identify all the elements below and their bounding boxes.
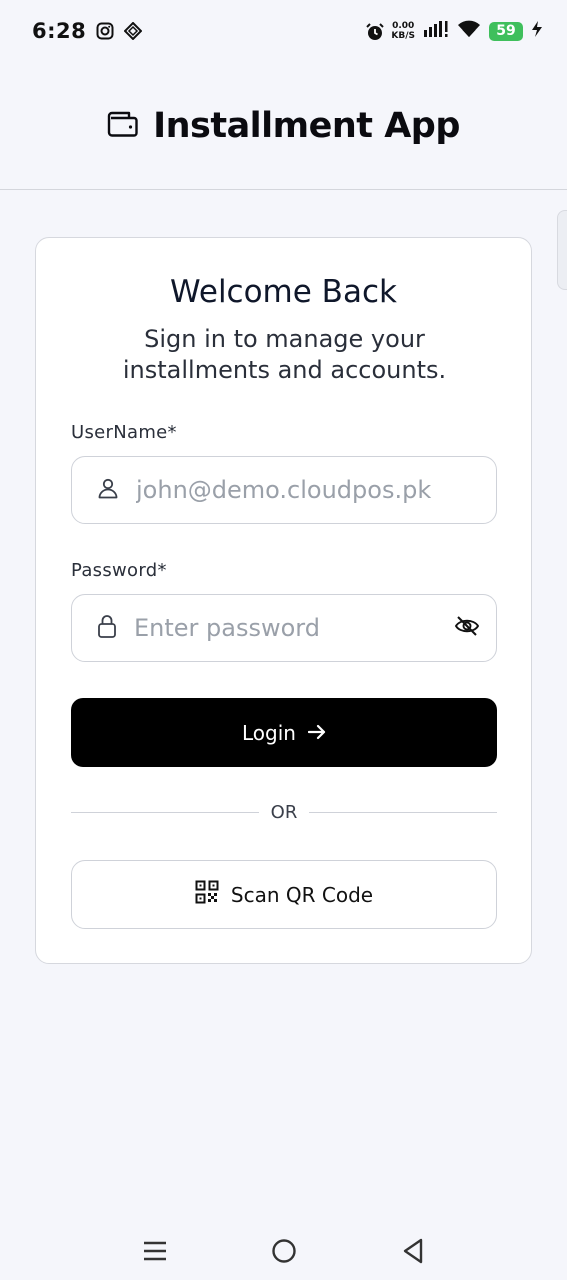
status-bar: 6:28 0.00 KB/S 59 (0, 0, 567, 62)
app-title: Installment App (153, 105, 460, 146)
card-subtitle: Sign in to manage your installments and … (122, 325, 447, 384)
battery-level: 59 (496, 23, 516, 39)
net-speed-value: 0.00 (392, 21, 415, 31)
login-card: Welcome Back Sign in to manage your inst… (35, 237, 532, 964)
app-notification-icon (123, 21, 143, 41)
instagram-icon (96, 22, 114, 40)
qr-code-icon (195, 880, 219, 909)
scan-qr-button[interactable]: Scan QR Code (71, 860, 497, 929)
divider-line-left (71, 811, 259, 813)
alarm-icon (365, 22, 385, 40)
net-speed-unit: KB/S (391, 31, 415, 41)
username-label: UserName* (71, 422, 177, 443)
app-header: Installment App (0, 62, 567, 190)
eye-off-icon[interactable] (454, 615, 480, 641)
battery-indicator: 59 (489, 21, 523, 41)
lock-icon (96, 613, 118, 643)
home-icon[interactable] (264, 1231, 304, 1271)
edge-panel-handle[interactable] (557, 210, 567, 290)
back-icon[interactable] (393, 1231, 433, 1271)
password-input[interactable] (134, 614, 454, 642)
system-nav-bar (0, 1222, 567, 1280)
recent-apps-icon[interactable] (135, 1231, 175, 1271)
login-button[interactable]: Login (71, 698, 497, 767)
card-title: Welcome Back (170, 274, 397, 310)
charging-icon (531, 20, 543, 42)
status-left: 6:28 (32, 19, 143, 43)
status-right: 0.00 KB/S 59 (365, 20, 543, 42)
password-label: Password* (71, 560, 167, 581)
login-button-label: Login (242, 720, 296, 745)
wallet-icon (107, 110, 139, 142)
network-speed: 0.00 KB/S (391, 21, 415, 41)
password-field[interactable] (71, 594, 497, 662)
arrow-right-icon (307, 721, 326, 745)
wifi-icon (457, 20, 481, 42)
username-field[interactable] (71, 456, 497, 524)
username-input[interactable] (136, 476, 480, 504)
divider-line-right (309, 811, 497, 813)
divider-text: OR (270, 801, 298, 823)
signal-icon (423, 20, 449, 42)
user-icon (96, 476, 120, 504)
status-time: 6:28 (32, 19, 87, 43)
scan-qr-label: Scan QR Code (230, 882, 374, 907)
or-divider: OR (71, 800, 497, 824)
